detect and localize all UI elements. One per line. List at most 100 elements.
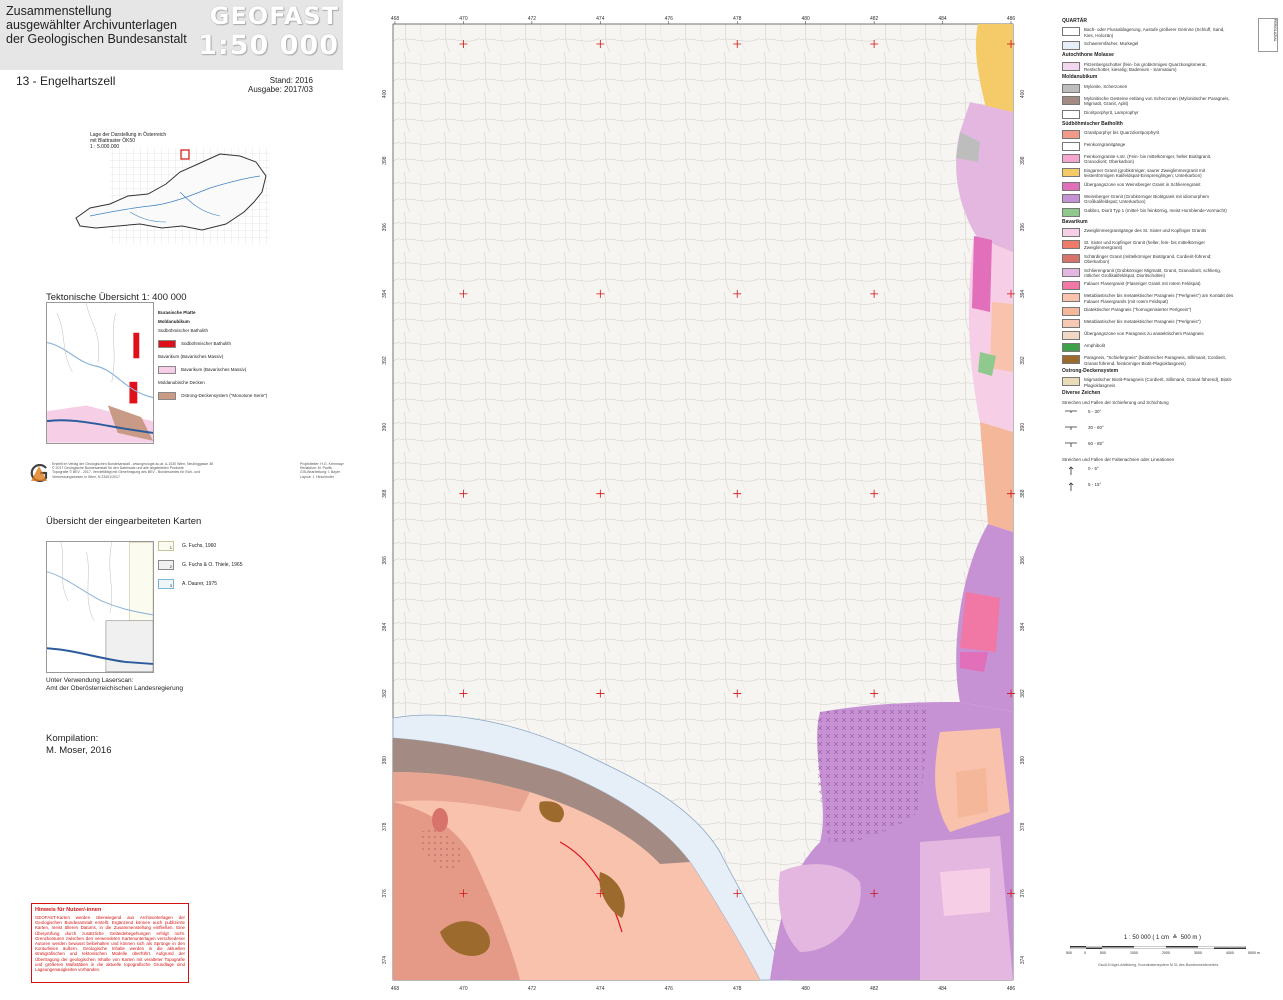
scale-tick-label: 4000 (1226, 951, 1234, 955)
user-note-box: Hinweis für Nutzer/-innen GEOFAST-Karten… (31, 903, 189, 983)
legend-swatch (1062, 109, 1080, 119)
legend-item-text: Eisgarner Granit (grobkörniger, saurer Z… (1084, 167, 1206, 179)
scale-tick-label: 3000 (1194, 951, 1202, 955)
legend-item-text: Übergangszone von Weinsberger Granit in … (1084, 181, 1201, 187)
legend-item-text: Schärdinger Granit (mittelkörniger Bioti… (1084, 253, 1212, 265)
grid-label-left: 380 (382, 756, 388, 765)
legend-item-text: Mylonitische Gesteine entlang von Scherz… (1084, 95, 1230, 107)
fold-label: 0 - 5° (1088, 466, 1099, 472)
kompilation-author: M. Moser, 2016 (46, 745, 112, 756)
tl-item-text: Ostrong-Deckensystem ("Monotone Serie") (181, 393, 268, 398)
edition-info: Stand: 2016 Ausgabe: 2017/03 (248, 76, 313, 94)
tl-item: Südböhmischer Batholith (158, 340, 288, 348)
title-block: Zusammenstellung ausgewählter Archivunte… (0, 0, 343, 70)
legend-item-text: Falauer Flasergranit (Flaseriger Granit … (1084, 281, 1201, 287)
title-line: der Geologischen Bundesanstalt (6, 32, 187, 46)
legend-item: Schlierengranit (Grobkörniger Migmatit, … (1062, 267, 1282, 279)
legend-item-text: Amphibolit (1084, 343, 1106, 349)
legend-item: Dioritporphyrit, Lamprophyr (1062, 109, 1282, 119)
lineation-arrow-icon (1062, 466, 1084, 476)
legend-swatch (1062, 95, 1080, 105)
legend-item: Metablastischer bis metatektischer Parag… (1062, 293, 1282, 304)
legend-item-text: Feinkorngranite s.str. (Fein- bis mittel… (1084, 154, 1212, 165)
map-canvas[interactable]: 4684684704704724724744744764764784784804… (360, 12, 1050, 994)
laser-line: Unter Verwendung Laserscan: (46, 677, 134, 684)
legend-swatch (1062, 267, 1080, 277)
legend-item: Mylonitische Gesteine entlang von Scherz… (1062, 95, 1282, 107)
strike-label: 5 - 30° (1088, 409, 1102, 414)
strike-symbol-item: 60 - 85° (1062, 441, 1282, 451)
overview-item-label: A. Daurer, 1975 (182, 581, 218, 587)
legend-item-text: Pitzenbergschotter (fein- bis grobkörnig… (1084, 61, 1207, 73)
legend-item: St. Sixter und Kopfinger Granit (heller,… (1062, 239, 1282, 251)
legend-item: Pitzenbergschotter (fein- bis grobkörnig… (1062, 61, 1282, 73)
legend-swatch (1062, 83, 1080, 93)
credits-staff: Projektleiter: H.G. Krenmayr Redaktion: … (300, 462, 348, 479)
legend-swatch: 1 (158, 541, 174, 551)
fold-head: Streichen und Fallen der Faltenachsen od… (1062, 457, 1175, 462)
geological-map[interactable]: 468 468 470 470 472 472 474 474 476 476 478 478 480 4… (360, 12, 1050, 994)
strike-dip-icon (1062, 441, 1084, 451)
title-line: ausgewählter Archivunterlagen (6, 18, 177, 32)
item-number: 2 (169, 564, 172, 569)
scale-tick-label: 500 (1100, 951, 1106, 955)
legend-swatch (1062, 41, 1080, 51)
legend-item-text: St. Sixter und Kopfinger Granit (heller,… (1084, 239, 1206, 251)
legend-section-head: Südböhmischer Batholith (1062, 120, 1123, 127)
legend-swatch (1062, 61, 1080, 71)
laser-line: Amt der Oberösterreichischen Landesregie… (46, 685, 183, 692)
scale-tick-label: 5000 m (1248, 951, 1260, 955)
legend-swatch: 3 (158, 579, 174, 589)
legend-item: Migmatischer Biotit-Paragneis (Cordierit… (1062, 377, 1282, 388)
kompilation-label: Kompilation: (46, 733, 99, 744)
scale-bar-graphic (1070, 946, 1246, 949)
grid-label-left: 374 (382, 956, 388, 965)
legend-swatch (1062, 239, 1080, 249)
scale-tick-label: 500 (1066, 951, 1072, 955)
strike-label: 60 - 85° (1088, 441, 1104, 446)
legend-swatch (1062, 281, 1080, 291)
legend-item: Amphibolit (1062, 343, 1282, 353)
credits-line: Vermessungswesen in Wien, N 23401/2017 (52, 474, 120, 479)
scale-text: 1 : 50 000 ( 1 cm ≙ 500 m ) (1124, 935, 1202, 941)
grid-label-right: 400 (1020, 90, 1026, 99)
projection-text: Gauß-Krüger-Abbildung, Koordinatensystem… (1098, 963, 1219, 967)
credits-line: Layout: J. Hirschhofer (300, 474, 335, 479)
legend-item: Schwemmfächer, Murkegel (1062, 41, 1282, 51)
legend-swatch (158, 340, 176, 348)
legend-swatch (1062, 193, 1080, 203)
legend-item-text: Metablastischer bis metatektischer Parag… (1084, 319, 1201, 325)
legend-swatch (1062, 331, 1080, 341)
title-line: Zusammenstellung (6, 4, 112, 18)
grid-label-right: 394 (1020, 289, 1026, 298)
legend-item-text: Granitporphyr bis Quarzdioritporphyrit (1084, 130, 1160, 136)
scale-bar: 1 : 50 000 ( 1 cm ≙ 500 m ) 500 0 500 1000 2… (1062, 934, 1274, 984)
grid-label-right: 376 (1020, 889, 1026, 898)
legend-item: Granitporphyr bis Quarzdioritporphyrit (1062, 130, 1282, 140)
scale-tick-label: 0 (1084, 951, 1086, 955)
ausgabe-text: Ausgabe: 2017/03 (248, 85, 313, 94)
legend-swatch (1062, 319, 1080, 329)
grid-label-bottom: 470 (459, 986, 468, 992)
legend-item: Mylonite, Scherzonen (1062, 83, 1282, 93)
legend-swatch (1062, 181, 1080, 191)
stand-text: Stand: 2016 (269, 76, 313, 85)
grid-label-left: 382 (382, 689, 388, 698)
legend-swatch (1062, 253, 1080, 263)
tl-label: Südböhmischer Batholith (158, 328, 209, 333)
strike-label: 30 - 60° (1088, 425, 1104, 430)
overview-title: Übersicht der eingearbeiteten Karten (46, 516, 202, 527)
overview-item: 2 G. Fuchs & O. Thiele, 1965 (158, 560, 308, 570)
legend-item-text: Mylonite, Scherzonen (1084, 83, 1128, 89)
legend-swatch (158, 392, 176, 400)
item-number: 3 (169, 583, 172, 588)
grid-label-left: 386 (382, 556, 388, 565)
gba-logo-icon (30, 464, 48, 482)
map-title: Zusammenstellung ausgewählter Archivunte… (6, 4, 187, 46)
grid-label-bottom: 478 (733, 986, 742, 992)
legend-swatch (1062, 142, 1080, 152)
legend-item: Feinkorngranitgänge (1062, 142, 1282, 152)
strike-head: Streichen und Fallen der Schieferung und… (1062, 399, 1169, 405)
grid-label-bottom: 476 (665, 986, 674, 992)
legend-section-head: QUARTÄR (1062, 18, 1087, 24)
